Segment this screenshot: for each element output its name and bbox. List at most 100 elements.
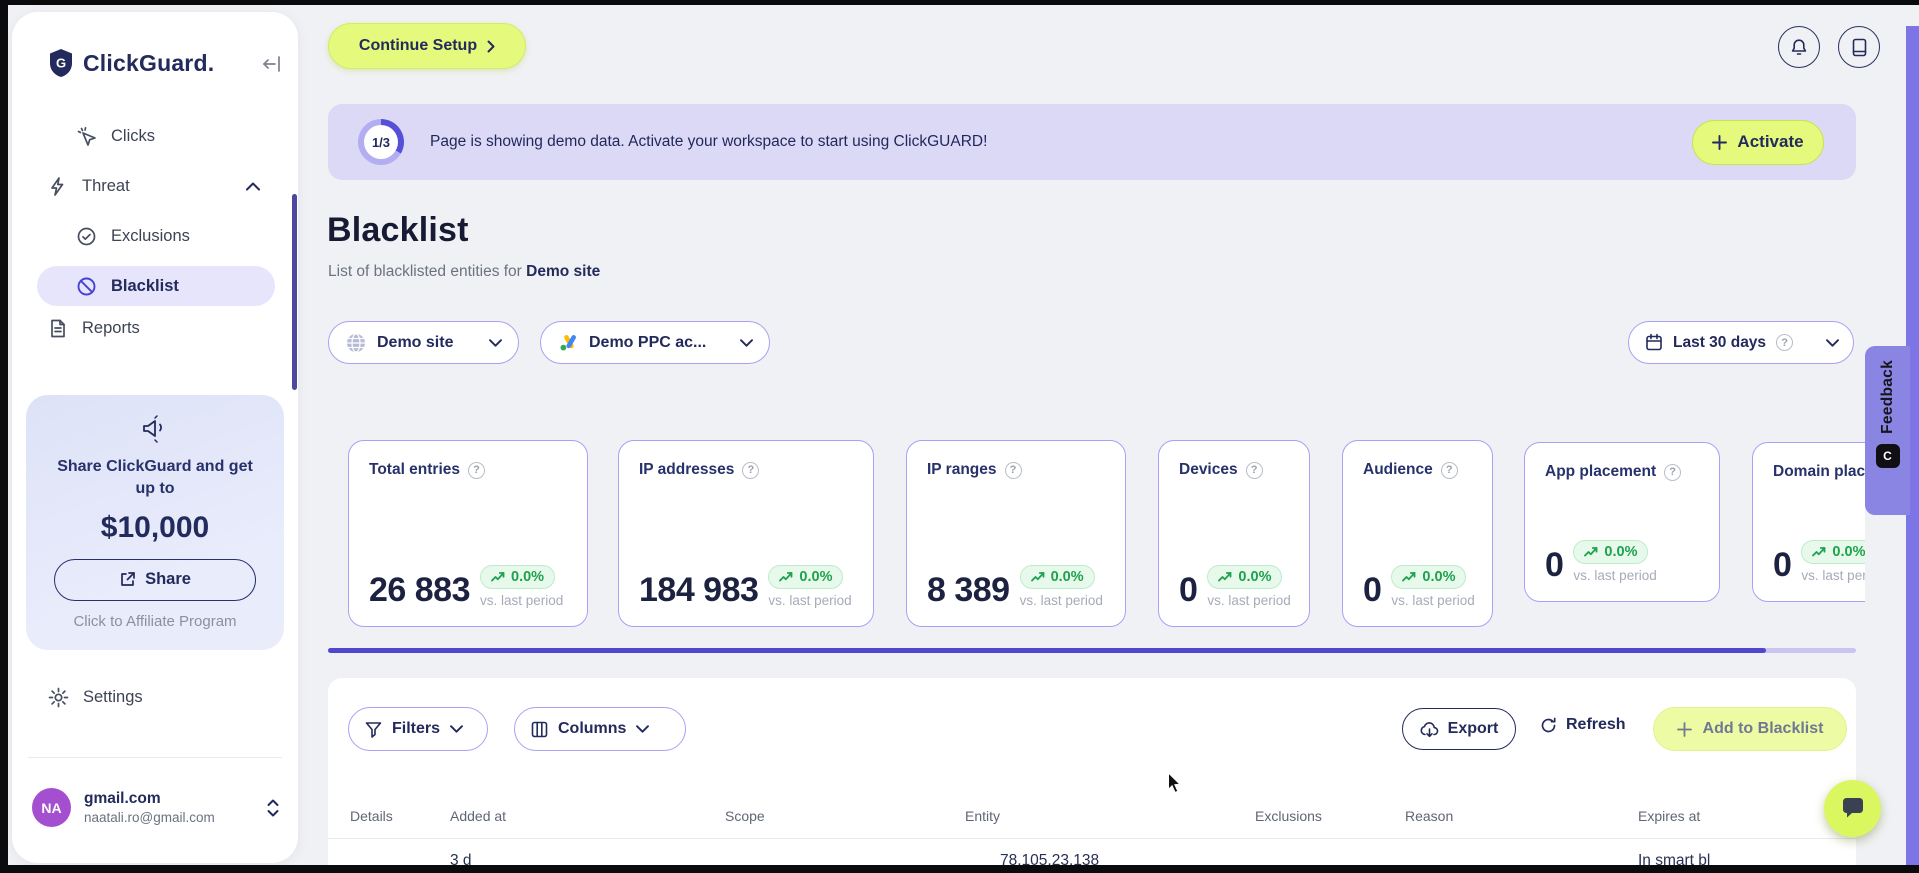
delta-badge: 0.0% (480, 565, 556, 590)
promo-amount: $10,000 (100, 510, 210, 544)
site-selector[interactable]: Demo site (328, 321, 519, 364)
cloud-download-icon (1420, 721, 1439, 738)
stat-label: App placement (1545, 463, 1657, 480)
stat-value: 0 (1179, 571, 1198, 609)
sidebar-divider (28, 757, 282, 758)
add-to-blacklist-button[interactable]: Add to Blacklist (1653, 707, 1847, 751)
help-icon[interactable]: ? (1004, 461, 1022, 479)
vs-period-label: vs. last period (480, 593, 564, 609)
add-to-blacklist-label: Add to Blacklist (1702, 720, 1824, 737)
funnel-icon (365, 721, 382, 738)
stat-label: IP addresses (639, 461, 735, 478)
promo-headline: Share ClickGuard and get up to (57, 458, 253, 498)
table-header-divider (328, 838, 1856, 839)
megaphone-icon (140, 415, 170, 443)
plus-icon (1712, 134, 1728, 150)
bell-icon (1790, 38, 1808, 57)
chevron-up-icon (246, 182, 260, 191)
share-button[interactable]: Share (54, 558, 256, 601)
workspace-name: gmail.com (84, 790, 161, 807)
site-selector-label: Demo site (377, 333, 454, 351)
help-icon[interactable]: ? (742, 461, 760, 479)
account-email: naatali.ro@gmail.com (84, 810, 215, 825)
feedback-tab[interactable]: Feedback C (1865, 346, 1910, 515)
column-header-exclusions[interactable]: Exclusions (1255, 808, 1322, 824)
refresh-button[interactable]: Refresh (1540, 716, 1626, 734)
cell-expires-at: In smart bl (1638, 852, 1711, 866)
docs-button[interactable] (1838, 26, 1880, 68)
sidebar-item-label: Blacklist (111, 276, 179, 295)
svg-text:G: G (56, 56, 66, 71)
brand-name: ClickGuard. (83, 49, 215, 76)
chevron-down-icon (1826, 338, 1839, 347)
sidebar-item-settings[interactable]: Settings (48, 687, 143, 708)
delta-badge: 0.0% (1391, 565, 1467, 590)
affiliate-promo-card[interactable]: Share ClickGuard and get up to $10,000 S… (26, 395, 284, 650)
affiliate-link[interactable]: Click to Affiliate Program (26, 613, 284, 630)
activate-button[interactable]: Activate (1692, 119, 1824, 165)
continue-setup-button[interactable]: Continue Setup (328, 23, 526, 69)
column-header-added-at[interactable]: Added at (450, 808, 506, 824)
chat-widget-button[interactable] (1824, 780, 1881, 837)
column-header-details[interactable]: Details (350, 808, 393, 824)
help-icon[interactable]: ? (468, 461, 486, 479)
sidebar-item-clicks[interactable]: Clicks (76, 126, 155, 147)
stat-value: 184 983 (639, 571, 759, 609)
sidebar-item-blacklist[interactable]: Blacklist (37, 266, 275, 306)
mouse-cursor (1167, 772, 1185, 794)
help-icon[interactable]: ? (1664, 463, 1682, 481)
chevron-down-icon (636, 725, 650, 733)
vs-period-label: vs. last period (1207, 593, 1291, 609)
page-subtitle: List of blacklisted entities for Demo si… (328, 263, 601, 280)
help-icon[interactable]: ? (1245, 461, 1263, 479)
cursor-click-icon (76, 126, 97, 147)
delta-badge: 0.0% (1019, 565, 1095, 590)
export-button[interactable]: Export (1402, 708, 1516, 750)
chevron-down-icon (450, 725, 463, 733)
google-ads-icon (559, 333, 579, 352)
sidebar-scrollbar[interactable] (292, 194, 297, 390)
sidebar-collapse-icon[interactable] (262, 54, 282, 74)
vs-period-label: vs. last period (1019, 593, 1103, 609)
book-icon (1851, 38, 1868, 57)
chevron-right-icon (487, 40, 495, 53)
vs-period-label: vs. last period (1801, 568, 1865, 584)
columns-button[interactable]: Columns (514, 707, 686, 751)
account-switcher[interactable]: NA gmail.com naatali.ro@gmail.com (32, 788, 280, 827)
setup-progress-ring: 1/3 (358, 119, 404, 165)
delta-badge: 0.0% (768, 565, 844, 590)
brand-logo[interactable]: G ClickGuard. (48, 48, 214, 78)
sidebar-item-label: Settings (83, 688, 143, 706)
help-icon[interactable]: ? (1440, 461, 1458, 479)
column-header-reason[interactable]: Reason (1405, 808, 1453, 824)
sidebar-item-reports[interactable]: Reports (48, 318, 140, 339)
sidebar-item-exclusions[interactable]: Exclusions (76, 226, 190, 247)
document-icon (48, 318, 68, 339)
sidebar-item-threat[interactable]: Threat (48, 176, 260, 197)
column-header-expires-at[interactable]: Expires at (1638, 808, 1700, 824)
sidebar-item-label: Clicks (111, 127, 155, 145)
subtitle-site-name: Demo site (526, 263, 601, 280)
cards-scrollbar-thumb[interactable] (328, 648, 1766, 653)
columns-label: Columns (558, 720, 627, 737)
column-header-scope[interactable]: Scope (725, 808, 765, 824)
ppc-selector-label: Demo PPC ac... (589, 333, 707, 351)
columns-icon (531, 721, 548, 738)
help-icon[interactable]: ? (1776, 334, 1794, 351)
ppc-account-selector[interactable]: Demo PPC ac... (540, 321, 770, 364)
sidebar-item-label: Threat (82, 177, 130, 195)
badge-check-icon (76, 226, 97, 247)
stat-card-devices: Devices? 0 0.0% vs. last period (1158, 440, 1310, 627)
globe-icon (345, 332, 367, 354)
delta-badge: 0.0% (1573, 540, 1649, 565)
stat-label: Total entries (369, 461, 461, 478)
stat-value: 0 (1363, 571, 1382, 609)
calendar-icon (1645, 333, 1663, 352)
chevron-down-icon (489, 338, 502, 347)
date-range-selector[interactable]: Last 30 days ? (1628, 321, 1854, 364)
filters-button[interactable]: Filters (348, 707, 488, 751)
avatar: NA (32, 788, 71, 827)
cell-entity: 78.105.23.138 (1000, 852, 1100, 866)
notifications-button[interactable] (1778, 26, 1820, 68)
column-header-entity[interactable]: Entity (965, 808, 1000, 824)
